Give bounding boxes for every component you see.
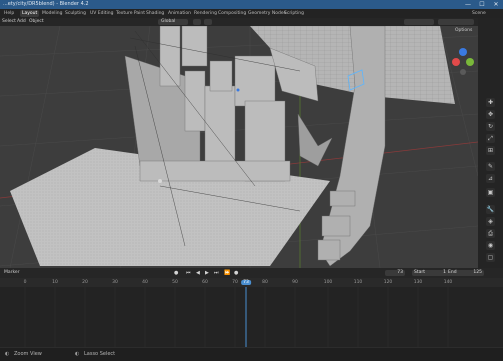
render-icon[interactable]: ◈ <box>486 217 495 226</box>
add-cube-icon[interactable]: ▣ <box>486 188 495 197</box>
jump-start-icon[interactable]: ● <box>174 270 178 276</box>
neg-axis-icon[interactable] <box>460 69 466 75</box>
tick-label: 60 <box>202 280 208 285</box>
options-button[interactable]: Options <box>455 28 472 33</box>
tick-label: 40 <box>142 280 148 285</box>
status-hint-left: Zoom View <box>14 351 42 357</box>
move-icon[interactable]: ✥ <box>486 110 495 119</box>
visibility-icon[interactable] <box>404 19 434 25</box>
play-reverse-icon[interactable]: ◀ <box>196 270 200 276</box>
tab-shading[interactable]: Shading <box>144 10 166 17</box>
maximize-button[interactable]: ☐ <box>475 0 489 9</box>
status-hint-middle: Lasso Select <box>84 351 116 357</box>
end-value: 125 <box>473 270 482 275</box>
tab-sculpting[interactable]: Sculpting <box>63 10 88 17</box>
status-bar: ◐ Zoom View ◐ Lasso Select <box>0 347 503 361</box>
shard-plane <box>297 113 333 167</box>
tick-label: 20 <box>82 280 88 285</box>
proportional-edit-icon[interactable] <box>204 19 212 25</box>
tab-animation[interactable]: Animation <box>166 10 193 17</box>
jump-start-icon[interactable]: ⏮ <box>186 270 191 276</box>
transform-orientation-dropdown[interactable]: Global <box>158 19 188 25</box>
tick-label: 50 <box>172 280 178 285</box>
tick-label: 80 <box>262 280 268 285</box>
origin-marker <box>236 88 240 92</box>
snap-icon[interactable] <box>193 19 201 25</box>
tab-modeling[interactable]: Modeling <box>40 10 64 17</box>
current-frame-field[interactable]: 73 <box>385 270 405 276</box>
timeline-area[interactable] <box>0 287 503 347</box>
output-icon[interactable]: ⎙ <box>486 229 495 238</box>
shading-mode-icon[interactable] <box>438 19 474 25</box>
tab-rendering[interactable]: Rendering <box>192 10 219 17</box>
scene-selector[interactable]: Scene <box>470 10 488 17</box>
title-bar: ...ety/city/DR5blend) - Blender 4.2 — ☐ … <box>0 0 503 9</box>
navigation-gizmo[interactable] <box>450 40 476 80</box>
next-keyframe-icon[interactable]: ⏭ <box>214 270 219 276</box>
light-marker[interactable] <box>158 179 162 183</box>
menu-object[interactable]: Object <box>29 19 44 25</box>
tick-label: 10 <box>52 280 58 285</box>
tick-label: 0 <box>23 280 27 285</box>
viewport-scene <box>0 26 478 268</box>
close-button[interactable]: ✕ <box>489 0 503 9</box>
y-axis-icon[interactable] <box>466 58 474 66</box>
transform-icon[interactable]: ⊞ <box>486 146 495 155</box>
tick-label: 110 <box>353 280 363 285</box>
start-label: Start <box>414 270 425 275</box>
play-icon[interactable]: ▶ <box>205 270 209 276</box>
tab-compositing[interactable]: Compositing <box>216 10 248 17</box>
measure-icon[interactable]: ⊿ <box>486 174 495 183</box>
scale-icon[interactable]: ⤢ <box>486 134 495 143</box>
current-frame-indicator[interactable]: 73 <box>241 280 251 285</box>
tab-uv-editing[interactable]: UV Editing <box>88 10 115 17</box>
3d-viewport[interactable]: Options <box>0 26 478 268</box>
tick-label: 130 <box>413 280 423 285</box>
mouse-icon: ◐ <box>5 351 10 357</box>
object-icon[interactable]: ▢ <box>486 253 495 262</box>
sync-icon[interactable]: ● <box>234 270 238 276</box>
mouse-icon: ◐ <box>75 351 80 357</box>
tick-label: 140 <box>443 280 453 285</box>
x-axis-icon[interactable] <box>452 58 460 66</box>
tick-label: 90 <box>292 280 298 285</box>
z-axis-icon[interactable] <box>459 48 467 56</box>
minimize-button[interactable]: — <box>461 0 475 9</box>
viewport-header: Select Add Object Global <box>0 18 478 26</box>
tick-label: 120 <box>383 280 393 285</box>
menu-marker[interactable]: Marker <box>4 270 20 275</box>
tick-label: 100 <box>323 280 333 285</box>
start-frame-field[interactable]: Start 1 <box>412 270 448 276</box>
tab-texture-paint[interactable]: Texture Paint <box>114 10 147 17</box>
tab-scripting[interactable]: Scripting <box>282 10 306 17</box>
scene-icon[interactable]: ◉ <box>486 241 495 250</box>
end-frame-field[interactable]: End 125 <box>446 270 484 276</box>
tick-label: 30 <box>112 280 118 285</box>
cursor-icon[interactable]: ✚ <box>486 98 495 107</box>
tool-icon[interactable]: 🔧 <box>486 205 495 214</box>
timeline-ruler[interactable] <box>0 278 503 287</box>
transform-orientation-value: Global <box>161 19 176 24</box>
timeline-grid <box>24 287 449 347</box>
tick-label: 70 <box>232 280 238 285</box>
window-title: ...ety/city/DR5blend) - Blender 4.2 <box>3 1 89 7</box>
menu-bar: Help Layout Modeling Sculpting UV Editin… <box>0 9 503 18</box>
menu-add[interactable]: Add <box>17 19 26 25</box>
menu-select[interactable]: Select <box>2 19 16 25</box>
jump-end-icon[interactable]: ⏩ <box>224 270 230 276</box>
rotate-icon[interactable]: ↻ <box>486 122 495 131</box>
menu-help[interactable]: Help <box>2 10 16 17</box>
tab-layout[interactable]: Layout <box>20 10 40 17</box>
annotate-icon[interactable]: ✎ <box>486 162 495 171</box>
end-label: End <box>448 270 457 275</box>
